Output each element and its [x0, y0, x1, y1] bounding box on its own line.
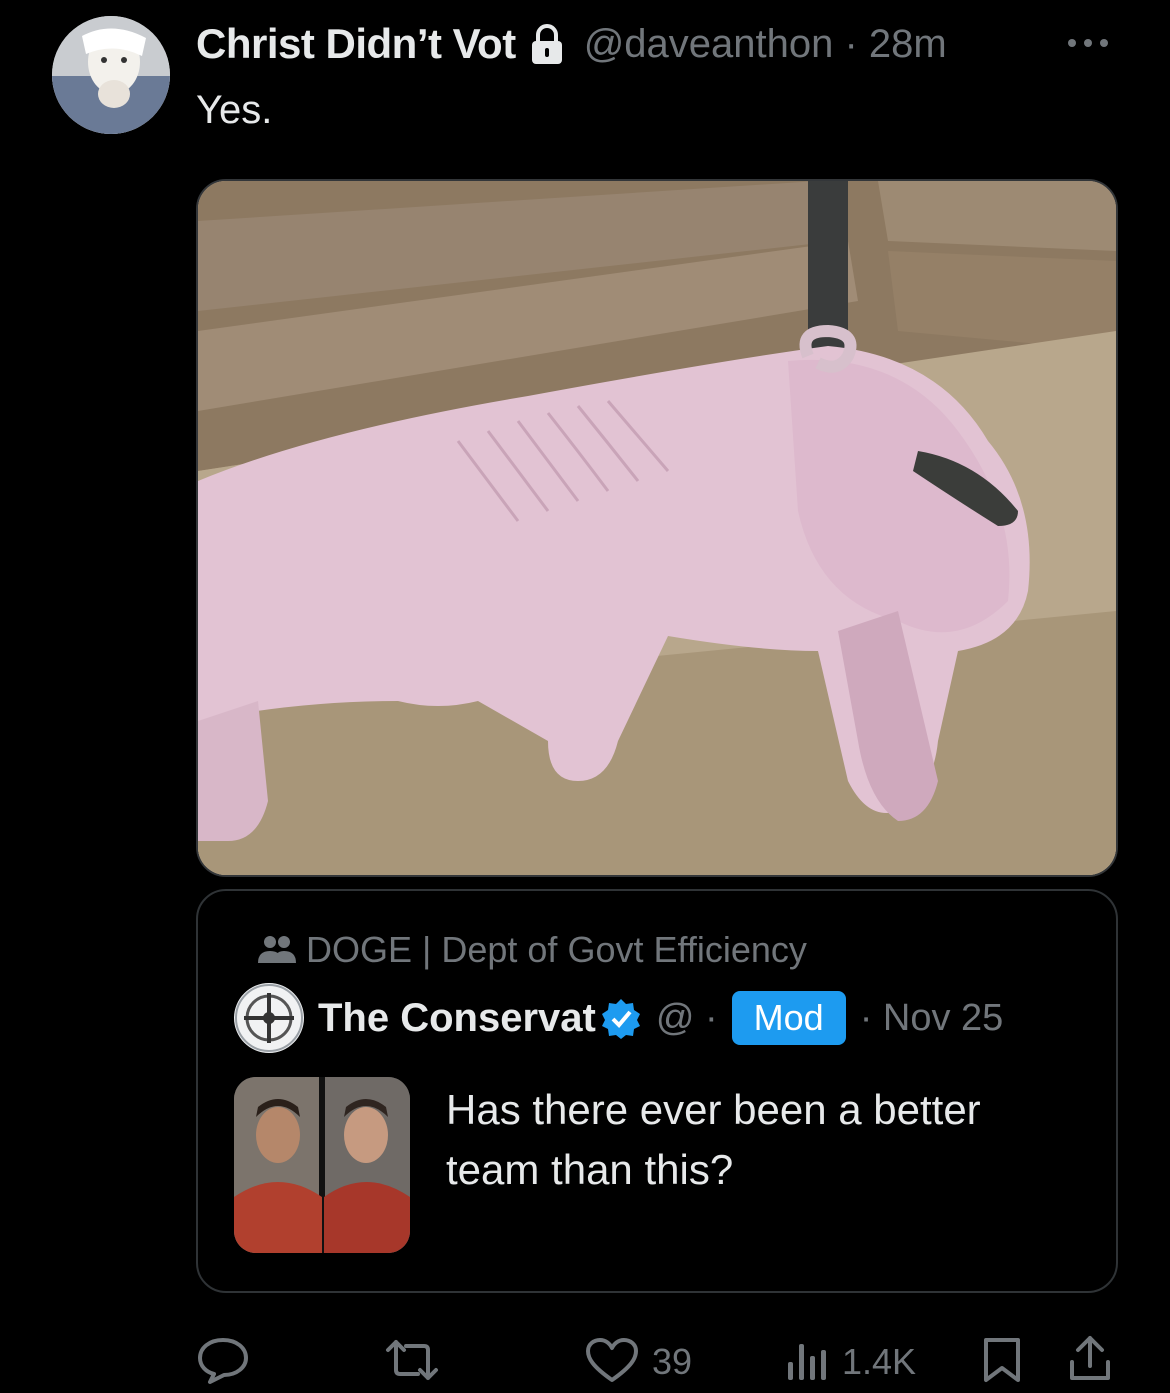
views-icon[interactable]: [784, 1338, 828, 1382]
like-icon[interactable]: [586, 1338, 638, 1384]
author-handle-time[interactable]: @daveanthon · 28m: [584, 22, 947, 67]
quoted-post-text: Has there ever been a better team than t…: [446, 1086, 981, 1193]
share-icon[interactable]: [1068, 1334, 1112, 1384]
like-count: 39: [652, 1341, 693, 1382]
pig-photo: [198, 181, 1116, 875]
quoted-author-avatar[interactable]: [234, 983, 304, 1053]
reply-icon[interactable]: [196, 1336, 250, 1384]
verified-icon: [601, 999, 640, 1039]
community-name: DOGE | Dept of Govt Efficiency: [306, 929, 807, 970]
lock-icon: [531, 24, 562, 64]
mod-badge: Mod: [731, 991, 846, 1045]
quoted-author-handle[interactable]: @ ·: [656, 997, 718, 1040]
repost-icon[interactable]: [384, 1338, 440, 1382]
bookmark-icon[interactable]: [982, 1336, 1022, 1384]
post-text: Yes.: [196, 88, 273, 132]
quoted-author-name[interactable]: The Conservat: [318, 996, 596, 1041]
more-icon[interactable]: [1064, 28, 1112, 58]
community-label[interactable]: DOGE | Dept of Govt Efficiency: [258, 929, 807, 971]
author-avatar[interactable]: [52, 16, 170, 134]
community-icon: [258, 936, 296, 963]
post-header: Christ Didn’t Vot @daveanthon · 28m: [196, 18, 947, 70]
quoted-media-thumbnail[interactable]: [234, 1077, 410, 1253]
quoted-header: The Conservat @ · Mod · Nov 25: [234, 983, 1004, 1053]
author-name[interactable]: Christ Didn’t Vot: [196, 20, 516, 68]
view-count: 1.4K: [842, 1341, 917, 1382]
post-media[interactable]: [196, 179, 1118, 877]
quoted-post-date: · Nov 25: [859, 996, 1004, 1039]
